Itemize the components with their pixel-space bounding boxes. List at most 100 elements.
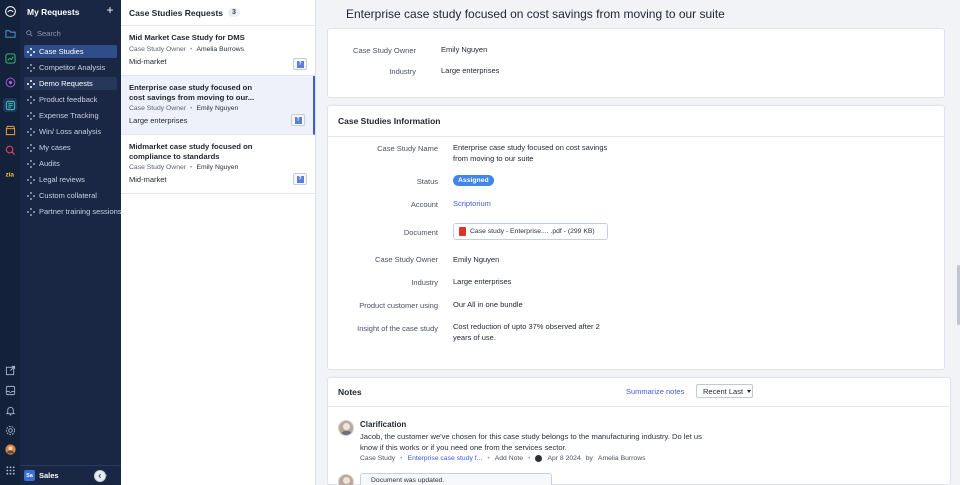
sidebar-item-expense-tracking[interactable]: Expense Tracking <box>24 109 117 122</box>
diamond-nodes-icon <box>27 111 35 120</box>
note-record-link[interactable]: Enterprise case study f... <box>408 455 483 462</box>
request-detail-panel: Enterprise case study focused on cost sa… <box>316 0 960 485</box>
field-label-document: Document <box>403 228 438 237</box>
card-owner: Amelia Burrows <box>196 45 245 53</box>
divider <box>328 406 950 407</box>
sidebar-item-audits[interactable]: Audits <box>24 157 117 170</box>
card-title: Midmarket case study focused on complian… <box>129 142 253 161</box>
sidebar-item-label: Custom collateral <box>39 191 97 200</box>
collapse-sidebar-button[interactable] <box>94 470 106 482</box>
notes-section: Notes Summarize notes Recent Last Clarif… <box>327 377 951 485</box>
diamond-nodes-icon <box>27 143 35 152</box>
card-title: Mid Market Case Study for DMS <box>129 33 245 42</box>
sidebar-item-competitor-analysis[interactable]: Competitor Analysis <box>24 61 117 74</box>
sidebar-item-partner-training-sessions[interactable]: Partner training sessions <box>24 205 122 218</box>
list-title: Case Studies Requests <box>129 7 224 18</box>
apps-grid-icon[interactable] <box>3 463 17 477</box>
summarize-notes-link[interactable]: Summarize notes <box>626 387 684 396</box>
user-avatar[interactable] <box>3 442 17 456</box>
request-list-panel: Case Studies Requests 3 Mid Market Case … <box>121 0 316 485</box>
app-logo-icon[interactable] <box>3 4 17 18</box>
card-meta: Case Study Owner • Emily Nguyen <box>129 105 305 112</box>
field-label-owner: Case Study Owner <box>375 255 438 264</box>
diamond-nodes-icon <box>27 95 35 104</box>
note-date: Apr 8 2024 <box>547 455 581 462</box>
divider <box>328 136 944 137</box>
inbox-icon[interactable] <box>3 383 17 397</box>
sidebar-item-demo-requests[interactable]: Demo Requests <box>24 77 117 90</box>
sidebar-item-product-feedback[interactable]: Product feedback <box>24 93 117 106</box>
sidebar-item-legal-reviews[interactable]: Legal reviews <box>24 173 117 186</box>
separator-dot: • <box>190 45 193 53</box>
add-note-link[interactable]: Add Note <box>495 455 523 462</box>
note-by: by <box>585 455 593 462</box>
folder-icon[interactable] <box>3 26 17 40</box>
sidebar-item-custom-collateral[interactable]: Custom collateral <box>24 189 117 202</box>
request-type-icon: ? <box>293 173 307 185</box>
svg-text:zia: zia <box>5 171 14 178</box>
status-badge: Assigned <box>453 175 494 186</box>
sidebar-item-label: Expense Tracking <box>39 111 99 120</box>
request-card[interactable]: Mid Market Case Study for DMS Case Study… <box>121 26 315 76</box>
caret-down-icon <box>747 389 752 393</box>
gear-icon[interactable] <box>3 423 17 437</box>
card-industry: Mid-market <box>129 175 167 184</box>
diamond-nodes-icon <box>27 191 35 200</box>
sidebar-search[interactable]: Search <box>26 27 116 39</box>
search-analytics-icon[interactable] <box>3 143 17 157</box>
request-card[interactable]: Midmarket case study focused on complian… <box>121 135 315 194</box>
diamond-nodes-icon <box>27 47 35 56</box>
chevron-left-icon <box>98 473 102 479</box>
notes-title: Notes <box>338 387 362 397</box>
summary-owner-value: Emily Nguyen <box>441 45 488 54</box>
target-icon[interactable] <box>3 75 17 89</box>
sidebar-item-label: Audits <box>39 159 60 168</box>
sidebar-item-label: Demo Requests <box>39 79 93 88</box>
sidebar-item-my-cases[interactable]: My cases <box>24 141 117 154</box>
card-owner-label: Case Study Owner <box>129 45 187 53</box>
diamond-nodes-icon <box>27 79 35 88</box>
card-meta: Case Study Owner • Amelia Burrows <box>129 46 307 53</box>
account-link[interactable]: Scriptorium <box>453 199 491 210</box>
diamond-nodes-icon <box>27 63 35 72</box>
sidebar-list: Case Studies Competitor Analysis Demo Re… <box>24 45 122 221</box>
field-value-insight: Cost reduction of upto 37% observed afte… <box>453 322 600 342</box>
app-icon-rail: zia <box>0 0 20 485</box>
sidebar-title: My Requests <box>27 7 80 17</box>
field-label-name: Case Study Name <box>377 144 438 153</box>
requests-icon[interactable] <box>3 98 17 112</box>
chart-icon[interactable] <box>3 51 17 65</box>
system-note: Document was updated. <box>360 473 552 485</box>
notes-sort-dropdown[interactable]: Recent Last <box>696 384 753 398</box>
field-label-account: Account <box>410 200 438 209</box>
request-card-selected[interactable]: Enterprise case study focused on cost sa… <box>121 76 315 135</box>
sidebar-item-label: Competitor Analysis <box>39 63 106 72</box>
section-title: Case Studies Information <box>338 116 441 126</box>
bell-icon[interactable] <box>3 403 17 417</box>
sidebar-item-label: Case Studies <box>39 47 84 56</box>
note-text: Jacob, the customer we've chosen for thi… <box>360 432 702 452</box>
field-value-industry: Large enterprises <box>453 277 512 286</box>
requests-sidebar: My Requests + Search Case Studies Compet… <box>20 0 122 485</box>
separator-dot: • <box>528 455 531 462</box>
zia-icon[interactable]: zia <box>3 166 17 180</box>
separator-dot: • <box>400 455 403 462</box>
clock-icon <box>535 455 543 462</box>
separator-dot: • <box>190 105 193 112</box>
search-icon <box>26 29 33 37</box>
note-author-avatar <box>338 474 354 485</box>
field-label-industry: Industry <box>411 278 438 287</box>
sidebar-item-win-loss-analysis[interactable]: Win/ Loss analysis <box>24 125 117 138</box>
sidebar-item-label: Legal reviews <box>39 175 85 184</box>
note-module: Case Study <box>360 455 396 462</box>
add-request-button[interactable]: + <box>104 4 116 17</box>
system-note-text: Document was updated. <box>371 476 445 484</box>
field-label-status: Status <box>416 177 438 186</box>
separator-dot: • <box>190 164 193 171</box>
sidebar-item-label: My cases <box>39 143 71 152</box>
document-attachment[interactable]: Case study - Enterprise.... .pdf - (299 … <box>453 223 608 240</box>
store-icon[interactable] <box>3 123 17 137</box>
sidebar-item-case-studies[interactable]: Case Studies <box>24 45 117 58</box>
external-link-icon[interactable] <box>3 363 17 377</box>
summary-industry-value: Large enterprises <box>441 66 500 75</box>
